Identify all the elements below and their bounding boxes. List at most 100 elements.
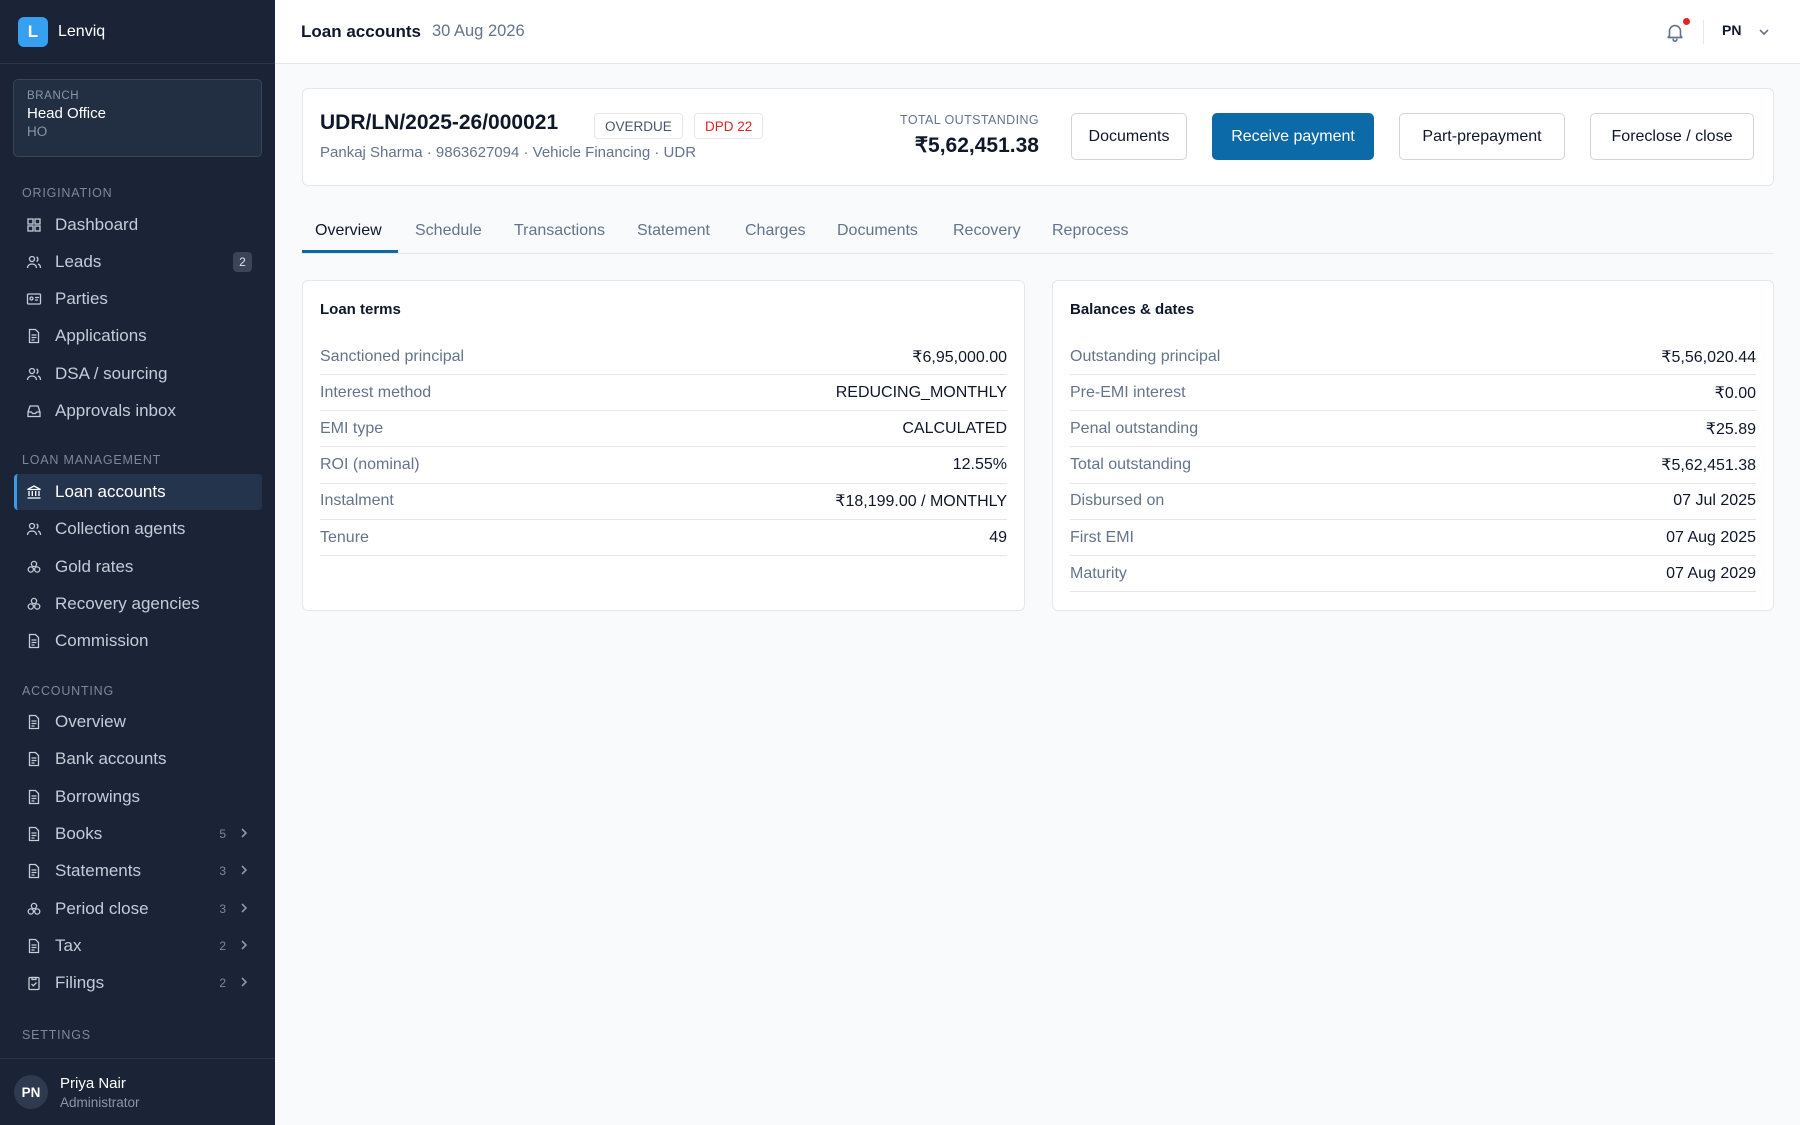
- row-value: 07 Jul 2025: [1673, 492, 1756, 510]
- document-icon: [26, 938, 42, 954]
- section-title-settings: SETTINGS: [22, 1028, 91, 1042]
- detail-row: First EMI 07 Aug 2025: [1070, 520, 1756, 556]
- chevron-down-icon[interactable]: [1757, 20, 1771, 44]
- bank-icon: [26, 484, 42, 500]
- sidebar-item-filings[interactable]: Filings 2: [14, 965, 262, 1001]
- detail-row: Total outstanding ₹5,62,451.38: [1070, 448, 1756, 484]
- tab-schedule[interactable]: Schedule: [415, 222, 482, 240]
- sidebar-item-leads[interactable]: Leads 2: [14, 244, 262, 280]
- bell-icon[interactable]: [1664, 20, 1686, 44]
- sidebar-item-borrowings[interactable]: Borrowings: [14, 779, 262, 815]
- tab-active-indicator: [302, 250, 398, 253]
- detail-row: Instalment ₹18,199.00 / MONTHLY: [320, 484, 1007, 520]
- row-value: ₹0.00: [1714, 384, 1756, 402]
- sidebar-item-approvals-inbox[interactable]: Approvals inbox: [14, 393, 262, 429]
- page-title: Loan accounts: [301, 21, 421, 41]
- detail-row: Tenure 49: [320, 520, 1007, 556]
- row-value: ₹18,199.00 / MONTHLY: [835, 493, 1007, 511]
- row-value: ₹5,62,451.38: [1661, 457, 1756, 475]
- row-value: CALCULATED: [902, 419, 1007, 437]
- tab-bar: Overview Schedule Transactions Statement…: [302, 212, 1774, 254]
- chevron-right-icon[interactable]: [239, 975, 249, 991]
- top-bar: Loan accounts 30 Aug 2026 PN: [275, 0, 1800, 64]
- tab-charges[interactable]: Charges: [745, 222, 805, 240]
- chevron-right-icon[interactable]: [239, 863, 249, 879]
- tab-reprocess[interactable]: Reprocess: [1052, 222, 1128, 240]
- user-profile[interactable]: PN Priya Nair Administrator: [0, 1058, 275, 1125]
- loan-id: UDR/LN/2025-26/000021: [320, 111, 559, 134]
- tab-transactions[interactable]: Transactions: [514, 222, 605, 240]
- sidebar-item-dashboard[interactable]: Dashboard: [14, 207, 262, 243]
- sidebar-item-overview[interactable]: Overview: [14, 704, 262, 740]
- sidebar-item-label: Filings: [55, 973, 105, 992]
- dpd-badge: DPD 22: [694, 113, 764, 139]
- chevron-right-icon[interactable]: [239, 938, 249, 954]
- sidebar-item-dsa-sourcing[interactable]: DSA / sourcing: [14, 356, 262, 392]
- branch-label: BRANCH: [27, 90, 80, 102]
- tab-statement[interactable]: Statement: [637, 222, 710, 240]
- divider: [1703, 20, 1704, 44]
- row-label: Pre-EMI interest: [1070, 383, 1186, 401]
- sidebar-item-label: Parties: [55, 289, 108, 308]
- sidebar-item-applications[interactable]: Applications: [14, 318, 262, 354]
- loan-header-card: UDR/LN/2025-26/000021 OVERDUE DPD 22 Pan…: [302, 88, 1774, 186]
- sidebar-item-label: Statements: [55, 861, 141, 880]
- chevron-right-icon[interactable]: [239, 901, 249, 917]
- detail-row: ROI (nominal) 12.55%: [320, 448, 1007, 484]
- row-value: 07 Aug 2029: [1666, 564, 1756, 582]
- sidebar-item-bank-accounts[interactable]: Bank accounts: [14, 741, 262, 777]
- item-count: 3: [219, 864, 226, 878]
- row-value: 49: [989, 528, 1007, 546]
- sidebar-item-commission[interactable]: Commission: [14, 623, 262, 659]
- sidebar-item-tax[interactable]: Tax 2: [14, 928, 262, 964]
- sidebar-item-loan-accounts[interactable]: Loan accounts: [14, 474, 262, 510]
- sidebar-item-parties[interactable]: Parties: [14, 281, 262, 317]
- sidebar-item-label: Gold rates: [55, 557, 134, 576]
- detail-row: Sanctioned principal ₹6,95,000.00: [320, 339, 1007, 375]
- branch-code: HO: [27, 124, 48, 139]
- document-icon: [26, 826, 42, 842]
- foreclose-button[interactable]: Foreclose / close: [1590, 113, 1754, 160]
- detail-row: EMI type CALCULATED: [320, 411, 1007, 448]
- inbox-icon: [26, 403, 42, 419]
- brand-logo: L: [18, 16, 48, 47]
- sidebar-item-label: Applications: [55, 326, 147, 345]
- document-icon: [26, 714, 42, 730]
- tab-recovery[interactable]: Recovery: [953, 222, 1021, 240]
- sidebar-item-books[interactable]: Books 5: [14, 816, 262, 852]
- receive-payment-button[interactable]: Receive payment: [1212, 113, 1374, 160]
- branch-selector[interactable]: BRANCH Head Office HO: [13, 79, 262, 157]
- users-icon: [26, 254, 42, 270]
- loan-terms-card: Loan terms Sanctioned principal ₹6,95,000…: [302, 280, 1025, 611]
- id-card-icon: [26, 291, 42, 307]
- users-icon: [26, 521, 42, 537]
- section-title-accounting: ACCOUNTING: [22, 684, 115, 698]
- row-label: Total outstanding: [1070, 456, 1191, 474]
- sidebar-item-period-close[interactable]: Period close 3: [14, 891, 262, 927]
- row-value: REDUCING_MONTHLY: [835, 383, 1007, 401]
- sidebar-item-gold-rates[interactable]: Gold rates: [14, 549, 262, 585]
- sidebar-item-label: Bank accounts: [55, 749, 167, 768]
- avatar: PN: [14, 1075, 48, 1109]
- page-date: 30 Aug 2026: [431, 22, 525, 40]
- tab-overview[interactable]: Overview: [315, 222, 382, 240]
- grid-icon: [26, 217, 42, 233]
- sidebar-item-statements[interactable]: Statements 3: [14, 853, 262, 889]
- sidebar-item-recovery-agencies[interactable]: Recovery agencies: [14, 586, 262, 622]
- detail-row: Pre-EMI interest ₹0.00: [1070, 375, 1756, 412]
- row-label: Tenure: [320, 528, 369, 546]
- documents-button[interactable]: Documents: [1071, 113, 1187, 160]
- sidebar-item-collection-agents[interactable]: Collection agents: [14, 511, 262, 547]
- tab-documents[interactable]: Documents: [837, 222, 918, 240]
- coins-icon: [26, 596, 42, 612]
- section-title-origination: ORIGINATION: [22, 186, 113, 200]
- balances-title: Balances & dates: [1070, 301, 1195, 318]
- brand[interactable]: L Lenviq: [0, 0, 275, 64]
- part-prepayment-button[interactable]: Part-prepayment: [1399, 113, 1565, 160]
- user-menu-initials[interactable]: PN: [1722, 22, 1741, 38]
- chevron-right-icon[interactable]: [239, 826, 249, 842]
- users-icon: [26, 366, 42, 382]
- row-label: Disbursed on: [1070, 492, 1165, 510]
- sidebar-item-label: Borrowings: [55, 787, 141, 806]
- row-label: Interest method: [320, 383, 432, 401]
